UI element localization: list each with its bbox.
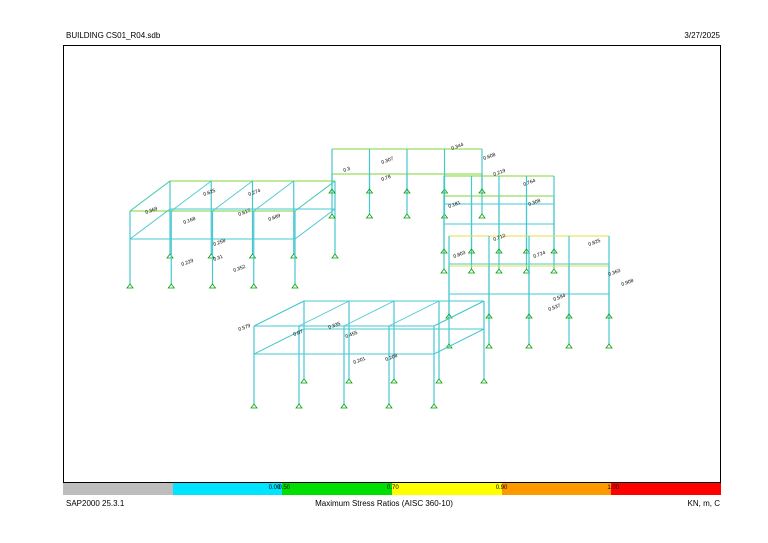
beam	[294, 180, 336, 212]
support-icon	[328, 213, 336, 219]
legend-segment-grey	[63, 483, 173, 495]
support-icon	[331, 253, 339, 259]
stress-ratio-label: 0.712	[493, 233, 507, 243]
support-icon	[345, 378, 353, 384]
units-label: KN, m, C	[687, 499, 720, 508]
beam	[253, 180, 294, 212]
support-icon	[495, 268, 503, 274]
stress-ratio-label: 0.181	[448, 200, 462, 210]
support-icon	[440, 268, 448, 274]
legend-segment-orange: 0.90	[496, 483, 612, 495]
support-icon	[430, 403, 438, 409]
stress-ratio-label: 0.78	[381, 174, 392, 183]
beam	[129, 180, 171, 212]
support-icon	[300, 378, 308, 384]
support-icon	[249, 283, 258, 289]
stress-ratio-label: 0.455	[345, 330, 359, 340]
support-icon	[478, 213, 486, 219]
support-icon	[208, 283, 217, 289]
date-text: 3/27/2025	[684, 31, 720, 40]
stress-ratio-label: 0.168	[183, 216, 197, 226]
file-title: BUILDING CS01_R04.sdb	[66, 31, 161, 40]
stress-ratio-label: 0.31	[213, 254, 224, 263]
stress-ratio-label: 0.908	[621, 278, 635, 288]
support-icon	[385, 403, 393, 409]
legend-segment-yellow: 0.70	[387, 483, 502, 495]
stress-ratio-label: 0.537	[548, 303, 562, 313]
support-icon	[525, 343, 533, 349]
stress-ratio-label: 0.352	[233, 264, 247, 274]
support-icon	[167, 283, 176, 289]
stress-ratio-label: 0.307	[381, 156, 395, 166]
stress-ratio-label: 0.308	[528, 198, 542, 208]
stress-ratio-label: 0.229	[181, 258, 195, 268]
stress-ratio-label: 0.3	[343, 166, 352, 174]
stress-ratio-label: 0.825	[588, 238, 602, 248]
model-canvas[interactable]: 0.369 0.625 0.274 0.168 0.617 0.689 0.258 0.229…	[63, 45, 721, 483]
support-icon	[365, 213, 374, 219]
support-icon	[248, 253, 257, 259]
stress-ratio-label: 0.724	[533, 250, 547, 260]
support-icon	[467, 268, 476, 274]
support-icon	[550, 268, 558, 274]
support-icon	[390, 378, 398, 384]
support-icon	[435, 378, 443, 384]
stress-ratio-legend: 0.00 0.50 0.70 0.90 1.00	[63, 483, 722, 495]
beam	[433, 328, 485, 355]
stress-ratio-label: 0.625	[203, 188, 217, 198]
beam	[388, 300, 440, 327]
support-icon	[250, 403, 258, 409]
stress-ratio-label: 0.369	[145, 206, 159, 216]
support-icon	[403, 213, 411, 219]
stress-ratio-label: 0.764	[523, 178, 537, 188]
beam	[294, 208, 336, 240]
stress-ratio-label: 0.579	[238, 323, 252, 333]
legend-segment-red: 1.00	[607, 483, 722, 495]
legend-segment-cyan: 0.00	[172, 483, 283, 495]
support-icon	[126, 283, 134, 289]
support-icon	[340, 403, 348, 409]
stress-ratio-label: 0.363	[608, 268, 622, 278]
legend-segment-green: 0.50	[278, 483, 393, 495]
beam	[343, 300, 395, 327]
stress-ratio-label: 0.201	[353, 356, 367, 366]
plot-title: Maximum Stress Ratios (AISC 360-10)	[315, 499, 453, 508]
stress-ratio-label: 0.274	[248, 188, 262, 198]
beam	[433, 300, 485, 327]
support-icon	[291, 283, 299, 289]
support-icon	[166, 253, 174, 259]
support-icon	[480, 378, 488, 384]
stress-ratio-label: 0.689	[268, 213, 282, 223]
structure-model: 0.3690.625 0.2740.1680.6170.6890.2580.229…	[126, 142, 635, 409]
stress-ratio-label: 0.344	[451, 142, 465, 152]
beam	[253, 300, 305, 327]
support-icon	[485, 343, 493, 349]
beam	[298, 300, 350, 327]
support-icon	[295, 403, 303, 409]
stress-ratio-label: 0.803	[453, 250, 467, 260]
support-icon	[605, 343, 613, 349]
stress-ratio-label: 0.608	[483, 152, 497, 162]
support-icon	[289, 253, 298, 259]
support-icon	[565, 343, 573, 349]
beam	[212, 180, 253, 212]
